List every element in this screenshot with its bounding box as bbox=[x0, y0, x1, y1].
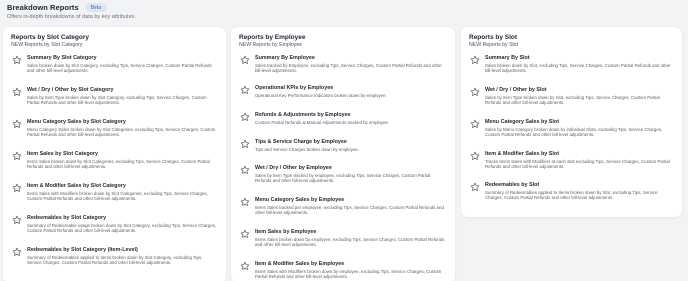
card-subtitle: NEW Reports by Slot Category bbox=[11, 42, 83, 48]
report-description: Items Sales broken down by Slot Categori… bbox=[27, 158, 210, 169]
report-description: Summary of Redeemable usage broken down … bbox=[27, 222, 217, 233]
star-icon[interactable] bbox=[470, 151, 480, 161]
report-title: Summary By Slot bbox=[485, 55, 530, 61]
report-description: Sales by Menu Category broken down by in… bbox=[485, 126, 663, 137]
card-reports-by-employee: Reports by Employee NEW Reports by Emplo… bbox=[231, 27, 455, 281]
card-reports-by-slot-category: Reports by Slot Category NEW Reports by … bbox=[3, 27, 226, 281]
report-title: Item & Modifier Sales by Slot bbox=[485, 151, 559, 157]
report-item[interactable]: Wet / Dry / Other by Employee Sales by It… bbox=[240, 165, 449, 193]
report-item[interactable]: Operational KPIs by Employee Operational … bbox=[240, 85, 449, 113]
star-icon[interactable] bbox=[240, 139, 250, 149]
star-icon[interactable] bbox=[240, 229, 250, 239]
report-title: Item Sales by Employee bbox=[255, 229, 317, 235]
report-item[interactable]: Redeemables by Slot Category (Item-Level… bbox=[12, 247, 220, 275]
report-description: Sales broken down by Slot, excluding Tip… bbox=[485, 62, 671, 73]
page-subtitle: Offers in-depth breakdowns of data by ke… bbox=[7, 14, 136, 20]
report-description: Sales by Item Type tracked by employee, … bbox=[255, 172, 431, 183]
star-icon[interactable] bbox=[12, 119, 22, 129]
star-icon[interactable] bbox=[12, 55, 22, 65]
star-icon[interactable] bbox=[12, 151, 22, 161]
beta-badge: Beta bbox=[84, 3, 107, 12]
report-title: Redeemables by Slot bbox=[485, 182, 540, 188]
report-description: Sales tracked by Employee, excluding Tip… bbox=[255, 62, 442, 73]
report-description: Custom Partial Refunds & Manual Adjustme… bbox=[255, 119, 390, 125]
page-title: Breakdown Reports bbox=[7, 3, 79, 12]
report-title: Menu Category Sales by Employee bbox=[255, 197, 345, 203]
report-item[interactable]: Redeemables by Slot Category Summary of R… bbox=[12, 215, 220, 243]
report-item[interactable]: Item & Modifier Sales by Slot Category It… bbox=[12, 183, 220, 211]
report-title: Redeemables by Slot Category bbox=[27, 215, 107, 221]
report-item[interactable]: Menu Category Sales by Employee Items Sal… bbox=[240, 197, 449, 225]
star-icon[interactable] bbox=[240, 197, 250, 207]
report-item[interactable]: Tips & Service Charge by Employee Tips an… bbox=[240, 139, 449, 167]
report-description: Operational Key Performance Indicators b… bbox=[255, 92, 387, 98]
report-title: Summary By Employee bbox=[255, 55, 315, 61]
star-icon[interactable] bbox=[12, 247, 22, 257]
report-description: Menu Category Sales broken down by Slot … bbox=[27, 126, 216, 137]
report-description: Tracks Items Sales with Modifiers at eac… bbox=[485, 158, 670, 169]
report-title: Tips & Service Charge by Employee bbox=[255, 139, 347, 145]
report-item[interactable]: Wet / Dry / Other by Slot Sales by Item T… bbox=[470, 87, 676, 115]
report-title: Refunds & Adjustments by Employee bbox=[255, 112, 351, 118]
star-icon[interactable] bbox=[12, 183, 22, 193]
report-title: Menu Category Sales by Slot bbox=[485, 119, 559, 125]
card-subtitle: NEW Reports by Employee bbox=[239, 42, 303, 48]
report-item[interactable]: Summary By Slot Category Sales broken dow… bbox=[12, 55, 220, 83]
star-icon[interactable] bbox=[240, 85, 250, 95]
report-description: Summary of Redeemables applied to Items … bbox=[27, 254, 203, 265]
star-icon[interactable] bbox=[12, 215, 22, 225]
report-item[interactable]: Menu Category Sales by Slot Sales by Menu… bbox=[470, 119, 676, 147]
page-header: Breakdown Reports Beta bbox=[7, 3, 107, 12]
report-description: Tips and Service Charges broken down by … bbox=[255, 146, 360, 152]
report-description: Sales by Item Type broken down by Slot, … bbox=[485, 94, 660, 105]
card-reports-by-slot: Reports by Slot NEW Reports by Slot Summ… bbox=[461, 27, 682, 217]
report-title: Item & Modifier Sales by Slot Category bbox=[27, 183, 126, 189]
star-icon[interactable] bbox=[240, 165, 250, 175]
report-title: Redeemables by Slot Category (Item-Level… bbox=[27, 247, 138, 253]
report-description: Items Sales with Modifiers broken down b… bbox=[255, 268, 442, 279]
report-title: Wet / Dry / Other by Employee bbox=[255, 165, 332, 171]
report-title: Summary By Slot Category bbox=[27, 55, 97, 61]
report-item[interactable]: Wet / Dry / Other by Slot Category Sales … bbox=[12, 87, 220, 115]
star-icon[interactable] bbox=[240, 112, 250, 122]
report-description: Sales broken down by Slot Category, excl… bbox=[27, 62, 212, 73]
star-icon[interactable] bbox=[470, 182, 480, 192]
report-title: Operational KPIs by Employee bbox=[255, 85, 334, 91]
card-title: Reports by Employee bbox=[239, 34, 306, 41]
star-icon[interactable] bbox=[12, 87, 22, 97]
star-icon[interactable] bbox=[470, 119, 480, 129]
report-description: Items Sales broken down by employee, exc… bbox=[255, 236, 445, 247]
report-description: Items Sales with Modifiers broken down b… bbox=[27, 190, 208, 201]
report-item[interactable]: Item Sales by Employee Items Sales broken… bbox=[240, 229, 449, 257]
star-icon[interactable] bbox=[240, 55, 250, 65]
star-icon[interactable] bbox=[470, 87, 480, 97]
star-icon[interactable] bbox=[470, 55, 480, 65]
report-item[interactable]: Summary By Slot Sales broken down by Slot… bbox=[470, 55, 676, 83]
report-item[interactable]: Item & Modifier Sales by Employee Items S… bbox=[240, 261, 449, 281]
report-title: Item & Modifier Sales by Employee bbox=[255, 261, 345, 267]
report-title: Item Sales by Slot Category bbox=[27, 151, 98, 157]
card-title: Reports by Slot Category bbox=[11, 34, 90, 41]
report-item[interactable]: Refunds & Adjustments by Employee Custom … bbox=[240, 112, 449, 140]
report-item[interactable]: Redeemables by Slot Summary of Redeemable… bbox=[470, 182, 676, 210]
card-title: Reports by Slot bbox=[469, 34, 518, 41]
report-item[interactable]: Menu Category Sales by Slot Category Menu… bbox=[12, 119, 220, 147]
report-description: Summary of Redeemables applied to Items … bbox=[485, 189, 658, 200]
report-description: Items Sales tracked per employee, exclud… bbox=[255, 204, 444, 215]
report-description: Sales by Item Type broken down by Slot C… bbox=[27, 94, 207, 105]
star-icon[interactable] bbox=[240, 261, 250, 271]
report-title: Wet / Dry / Other by Slot Category bbox=[27, 87, 114, 93]
card-subtitle: NEW Reports by Slot bbox=[469, 42, 519, 48]
report-item[interactable]: Item Sales by Slot Category Items Sales b… bbox=[12, 151, 220, 179]
report-item[interactable]: Item & Modifier Sales by Slot Tracks Item… bbox=[470, 151, 676, 179]
report-item[interactable]: Summary By Employee Sales tracked by Empl… bbox=[240, 55, 449, 83]
report-title: Wet / Dry / Other by Slot bbox=[485, 87, 547, 93]
report-title: Menu Category Sales by Slot Category bbox=[27, 119, 126, 125]
